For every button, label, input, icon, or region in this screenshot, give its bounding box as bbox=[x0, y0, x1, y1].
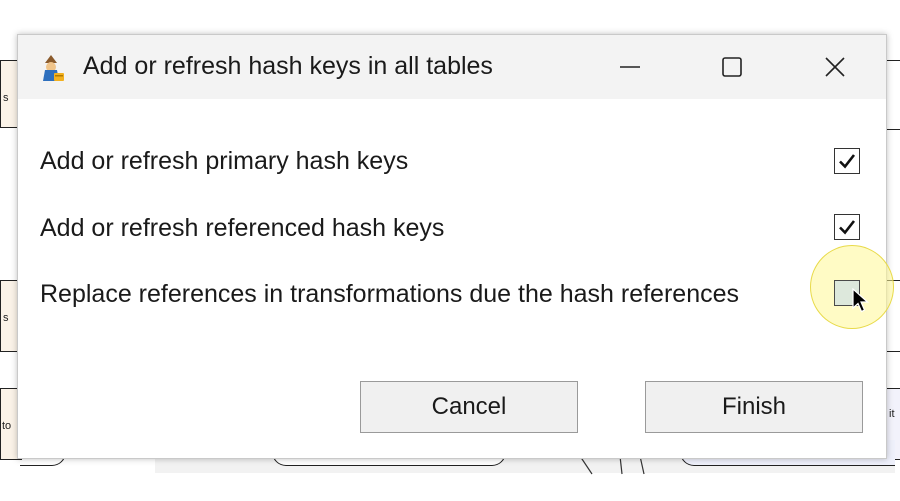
option-primary-hash-keys-checkbox[interactable] bbox=[834, 148, 860, 174]
close-button[interactable] bbox=[800, 35, 870, 99]
maximize-icon bbox=[722, 57, 742, 77]
finish-button[interactable]: Finish bbox=[645, 381, 863, 433]
option-primary-hash-keys-label: Add or refresh primary hash keys bbox=[40, 147, 409, 175]
checkmark-icon bbox=[839, 154, 856, 169]
wizard-app-icon bbox=[43, 55, 64, 81]
background-node-label: s bbox=[3, 312, 9, 324]
maximize-button[interactable] bbox=[697, 35, 767, 99]
option-referenced-hash-keys-checkbox[interactable] bbox=[834, 214, 860, 240]
background-node-label: it bbox=[889, 408, 895, 420]
dialog-title: Add or refresh hash keys in all tables bbox=[83, 52, 493, 80]
background-connector-lines bbox=[579, 456, 645, 475]
option-replace-references-label: Replace references in transformations du… bbox=[40, 280, 739, 308]
cancel-button[interactable]: Cancel bbox=[360, 381, 578, 433]
mouse-pointer-icon bbox=[852, 288, 870, 313]
minimize-button[interactable] bbox=[595, 35, 665, 99]
dialog-titlebar[interactable]: Add or refresh hash keys in all tables bbox=[18, 35, 886, 99]
close-icon bbox=[825, 57, 845, 77]
checkmark-icon bbox=[839, 220, 856, 235]
minimize-icon bbox=[620, 66, 640, 68]
hash-keys-dialog: Add or refresh hash keys in all tables A… bbox=[17, 34, 887, 459]
background-node-label: to bbox=[2, 420, 12, 432]
background-node-label: s bbox=[3, 92, 9, 104]
option-referenced-hash-keys-label: Add or refresh referenced hash keys bbox=[40, 214, 445, 242]
